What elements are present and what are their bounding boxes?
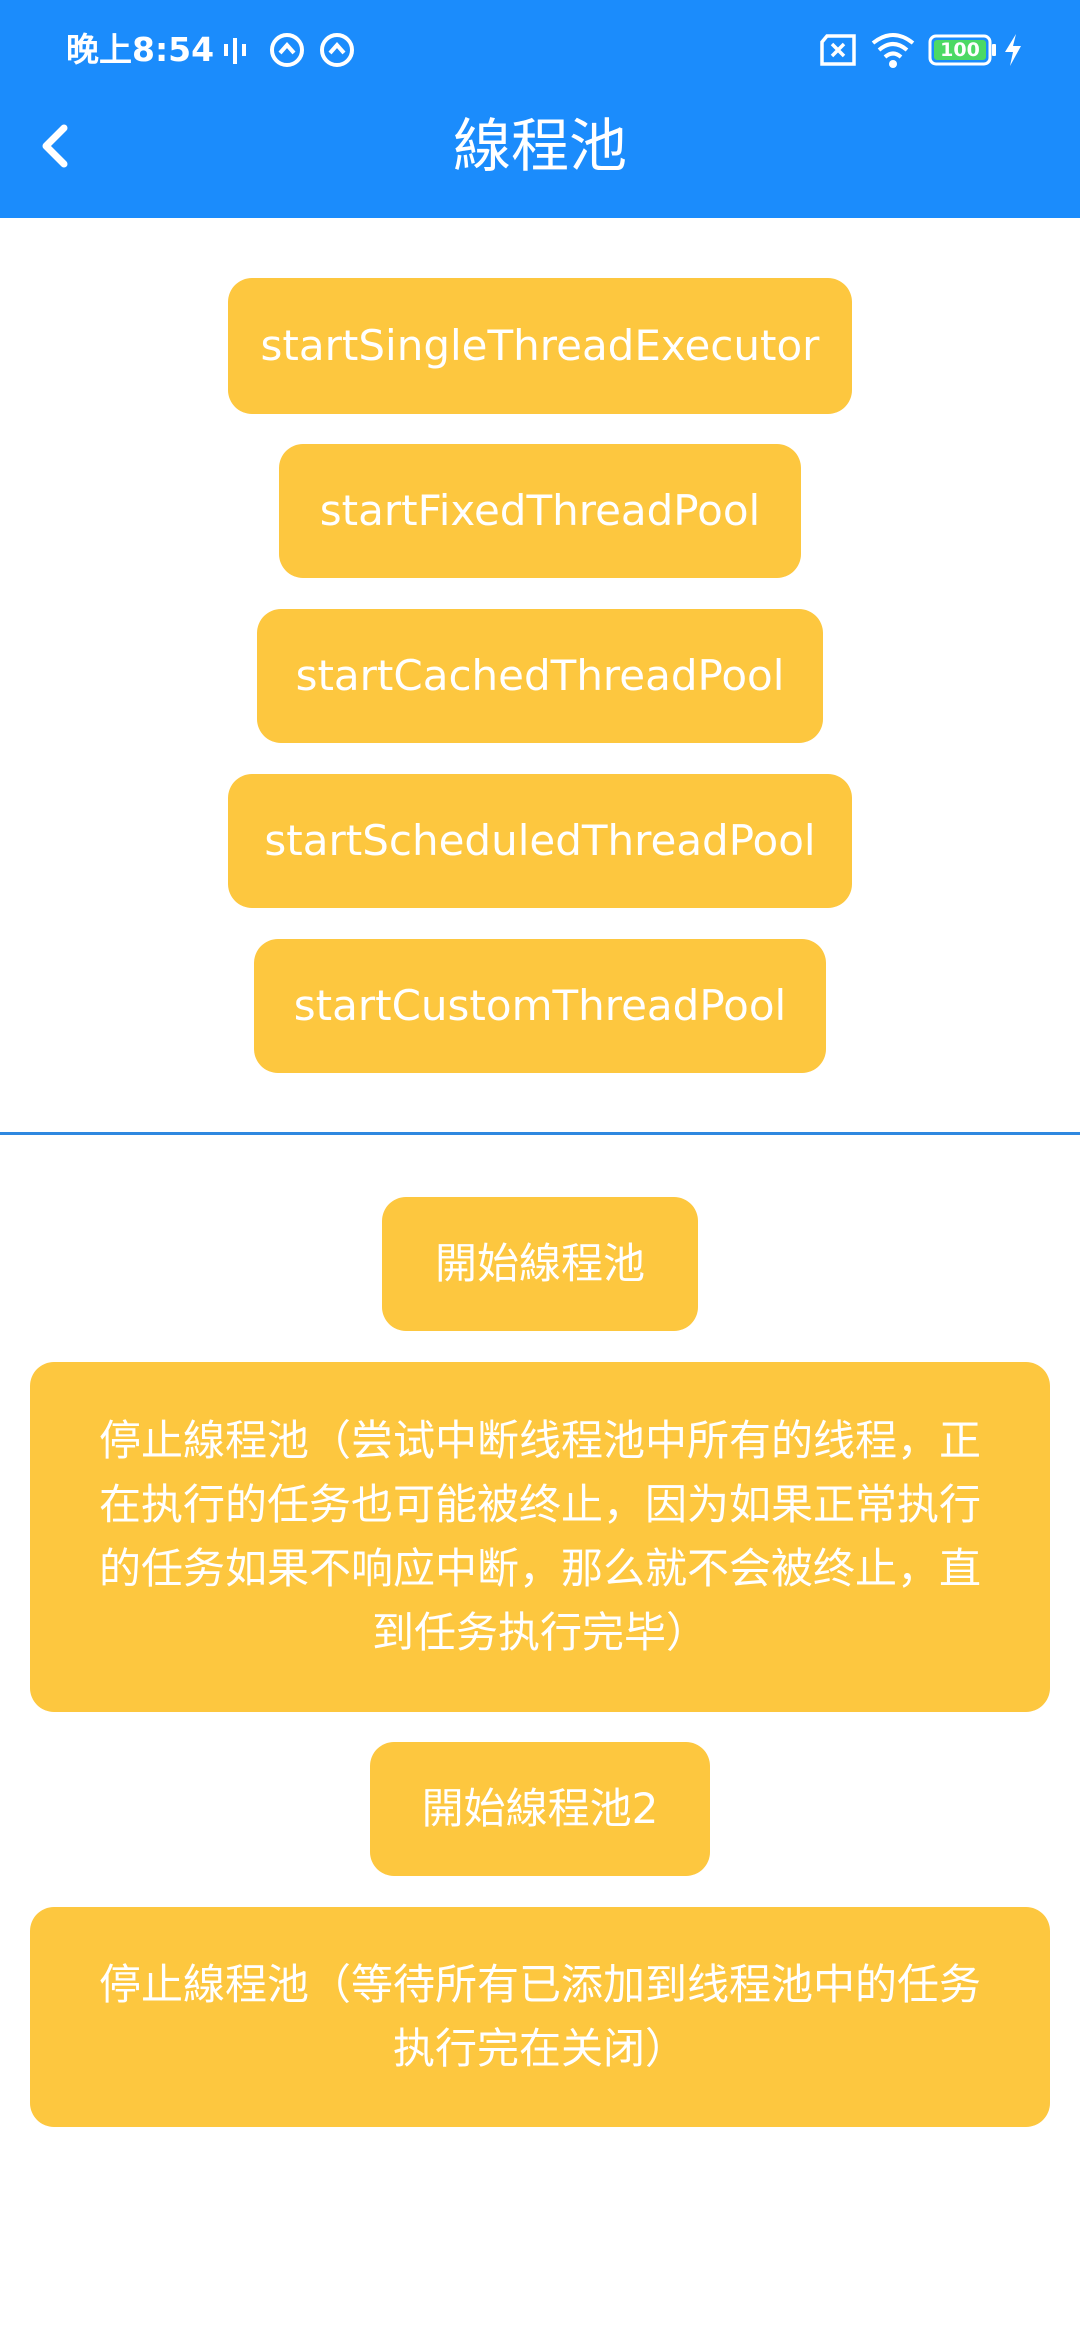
chevron-left-icon [42,124,68,168]
stop-pool-graceful-button[interactable]: 停止線程池（等待所有已添加到线程池中的任务执行完在关闭） [30,1907,1050,2127]
sync-icon [320,33,354,67]
start-scheduled-thread-pool-button[interactable]: startScheduledThreadPool [228,774,852,908]
status-time: 晚上8:54 [66,30,215,69]
page-title: 線程池 [452,112,627,180]
section-divider [0,1132,1080,1135]
vibrate-icon [224,38,246,64]
start-single-thread-executor-button[interactable]: startSingleThreadExecutor [228,278,852,414]
charging-icon [1005,34,1021,66]
app-header: 晚上8:54 100 線程池 [0,0,1080,218]
battery-level: 100 [940,39,980,61]
start-fixed-thread-pool-button[interactable]: startFixedThreadPool [279,444,801,578]
battery-icon: 100 [928,34,998,66]
screen: 晚上8:54 100 線程池 startSingleThreadExecutor… [0,0,1080,2340]
wifi-icon [871,33,915,68]
stop-pool-now-button[interactable]: 停止線程池（尝试中断线程池中所有的线程，正在执行的任务也可能被终止，因为如果正常… [30,1362,1050,1712]
back-button[interactable] [26,110,86,182]
start-cached-thread-pool-button[interactable]: startCachedThreadPool [257,609,823,743]
start-pool-button[interactable]: 開始線程池 [382,1197,698,1331]
start-custom-thread-pool-button[interactable]: startCustomThreadPool [254,939,826,1073]
sync-icon [270,33,304,67]
sim-none-icon [820,34,856,66]
start-pool-2-button[interactable]: 開始線程池2 [370,1742,710,1876]
